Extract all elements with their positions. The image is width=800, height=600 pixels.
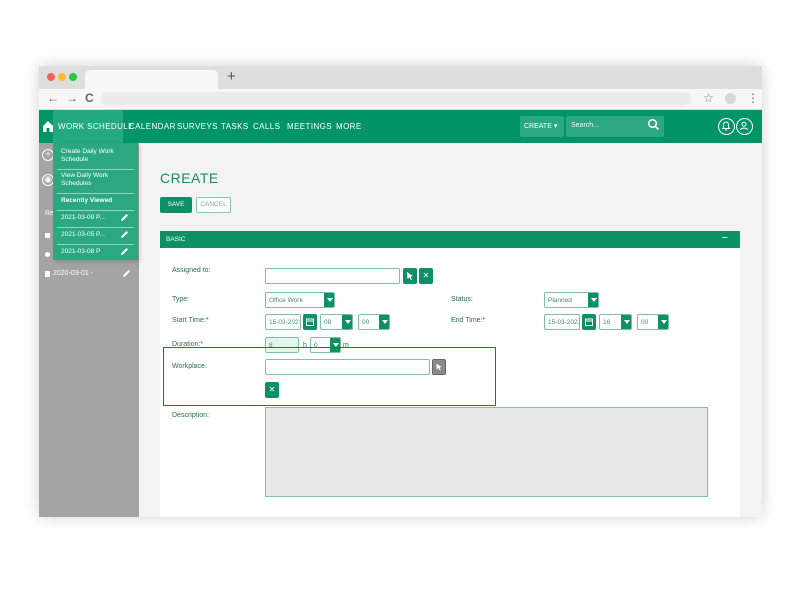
nav-meetings[interactable]: MEETINGS <box>287 122 332 131</box>
calendar-icon[interactable] <box>582 314 596 330</box>
pencil-icon[interactable] <box>122 269 131 278</box>
chevron-down-icon <box>379 315 389 329</box>
new-tab-button[interactable]: + <box>227 68 236 85</box>
panel-header[interactable]: BASIC − <box>160 231 740 248</box>
pencil-icon[interactable] <box>120 230 129 239</box>
search-input[interactable]: Search... <box>566 116 664 137</box>
recent-item-3[interactable]: 2021-03-08 P <box>61 248 100 256</box>
type-select[interactable]: Office Work <box>265 292 335 308</box>
highlight-box <box>163 347 496 406</box>
browser-window: + ← → C ☆ ⋮ WORK SCHEDULE CALENDAR SURVE… <box>39 66 762 517</box>
create-daily-work-schedule-link[interactable]: Create Daily Work Schedule <box>61 148 121 164</box>
end-hour-select[interactable]: 16 <box>599 314 632 330</box>
forward-arrow-icon[interactable]: → <box>66 91 78 105</box>
search-placeholder: Search... <box>571 122 600 129</box>
end-hour-value: 16 <box>603 319 611 326</box>
profile-avatar[interactable] <box>725 93 736 104</box>
status-label: Status: <box>451 296 473 303</box>
create-dropdown-button[interactable]: CREATE ▾ <box>520 116 564 137</box>
assigned-to-label: Assigned to: <box>172 267 211 274</box>
divider <box>57 210 134 211</box>
create-label: CREATE <box>524 123 552 130</box>
save-button[interactable]: SAVE <box>160 197 192 213</box>
end-date-input[interactable]: 15-03-2021 <box>544 314 580 330</box>
browser-tab-bar: + <box>39 66 762 89</box>
bookmark-star-icon[interactable]: ☆ <box>703 91 714 105</box>
start-minute-select[interactable]: 00 <box>358 314 390 330</box>
divider <box>57 244 134 245</box>
calendar-icon <box>45 233 50 238</box>
start-hour-value: 08 <box>324 319 332 326</box>
url-input[interactable] <box>101 92 691 106</box>
notifications-icon[interactable] <box>718 118 735 135</box>
divider <box>57 169 134 170</box>
end-minute-select[interactable]: 00 <box>637 314 669 330</box>
assigned-to-input[interactable] <box>265 268 400 284</box>
recent-item-2[interactable]: 2021-03-05 P... <box>61 231 105 239</box>
end-minute-value: 00 <box>641 319 649 326</box>
collapse-icon[interactable]: − <box>722 232 728 244</box>
maximize-window-dot[interactable] <box>69 73 77 81</box>
nav-surveys[interactable]: SURVEYS <box>177 122 218 131</box>
chevron-down-icon <box>658 315 668 329</box>
clock-icon <box>45 252 50 257</box>
nav-more[interactable]: MORE <box>336 122 362 131</box>
recently-viewed-heading: Recently Viewed <box>61 197 113 204</box>
description-textarea[interactable] <box>265 407 708 497</box>
calendar-icon[interactable] <box>303 314 317 330</box>
start-minute-value: 00 <box>362 319 370 326</box>
top-navigation: WORK SCHEDULE CALENDAR SURVEYS TASKS CAL… <box>39 110 762 143</box>
pencil-icon[interactable] <box>120 247 129 256</box>
close-window-dot[interactable] <box>47 73 55 81</box>
recent-item-1[interactable]: 2021-03-09 P... <box>61 214 105 222</box>
sidebar-recent-item[interactable]: 2020-03-01 - <box>44 268 138 280</box>
view-daily-work-schedules-link[interactable]: View Daily Work Schedules <box>61 172 121 188</box>
nav-calendar[interactable]: CALENDAR <box>129 122 176 131</box>
status-select[interactable]: Planned <box>544 292 599 308</box>
type-value: Office Work <box>269 297 303 304</box>
minimize-window-dot[interactable] <box>58 73 66 81</box>
chevron-down-icon: ▾ <box>553 123 558 130</box>
end-time-label: End Time:* <box>451 317 486 324</box>
status-value: Planned <box>548 297 572 304</box>
browser-menu-icon[interactable]: ⋮ <box>747 91 759 105</box>
type-label: Type: <box>172 296 190 303</box>
assigned-to-clear-button[interactable]: ✕ <box>419 268 433 284</box>
nav-calls[interactable]: CALLS <box>253 122 280 131</box>
browser-tab[interactable] <box>85 70 218 89</box>
document-icon <box>45 271 50 277</box>
chevron-down-icon <box>621 315 631 329</box>
divider <box>57 227 134 228</box>
user-profile-icon[interactable] <box>736 118 753 135</box>
cancel-button[interactable]: CANCEL <box>196 197 231 213</box>
chevron-down-icon <box>324 293 334 307</box>
page-title: CREATE <box>160 170 219 186</box>
pencil-icon[interactable] <box>120 213 129 222</box>
assigned-to-select-button[interactable] <box>403 268 417 284</box>
reload-icon[interactable]: C <box>85 91 94 105</box>
nav-work-schedule[interactable]: WORK SCHEDULE <box>58 122 134 131</box>
sidebar-recent-label: 2020-03-01 - <box>53 270 94 277</box>
start-time-label: Start Time:* <box>172 317 209 324</box>
chevron-down-icon <box>588 293 598 307</box>
address-bar: ← → C ☆ ⋮ <box>39 89 762 110</box>
start-hour-select[interactable]: 08 <box>320 314 353 330</box>
divider <box>57 193 134 194</box>
description-label: Description: <box>172 412 209 419</box>
start-date-input[interactable]: 15-03-2021 <box>265 314 301 330</box>
work-schedule-dropdown: Create Daily Work Schedule View Daily Wo… <box>53 143 138 260</box>
nav-tasks[interactable]: TASKS <box>221 122 249 131</box>
panel-title: BASIC <box>166 236 186 243</box>
chevron-down-icon <box>342 315 352 329</box>
back-arrow-icon[interactable]: ← <box>47 91 59 105</box>
search-icon[interactable] <box>647 118 660 131</box>
